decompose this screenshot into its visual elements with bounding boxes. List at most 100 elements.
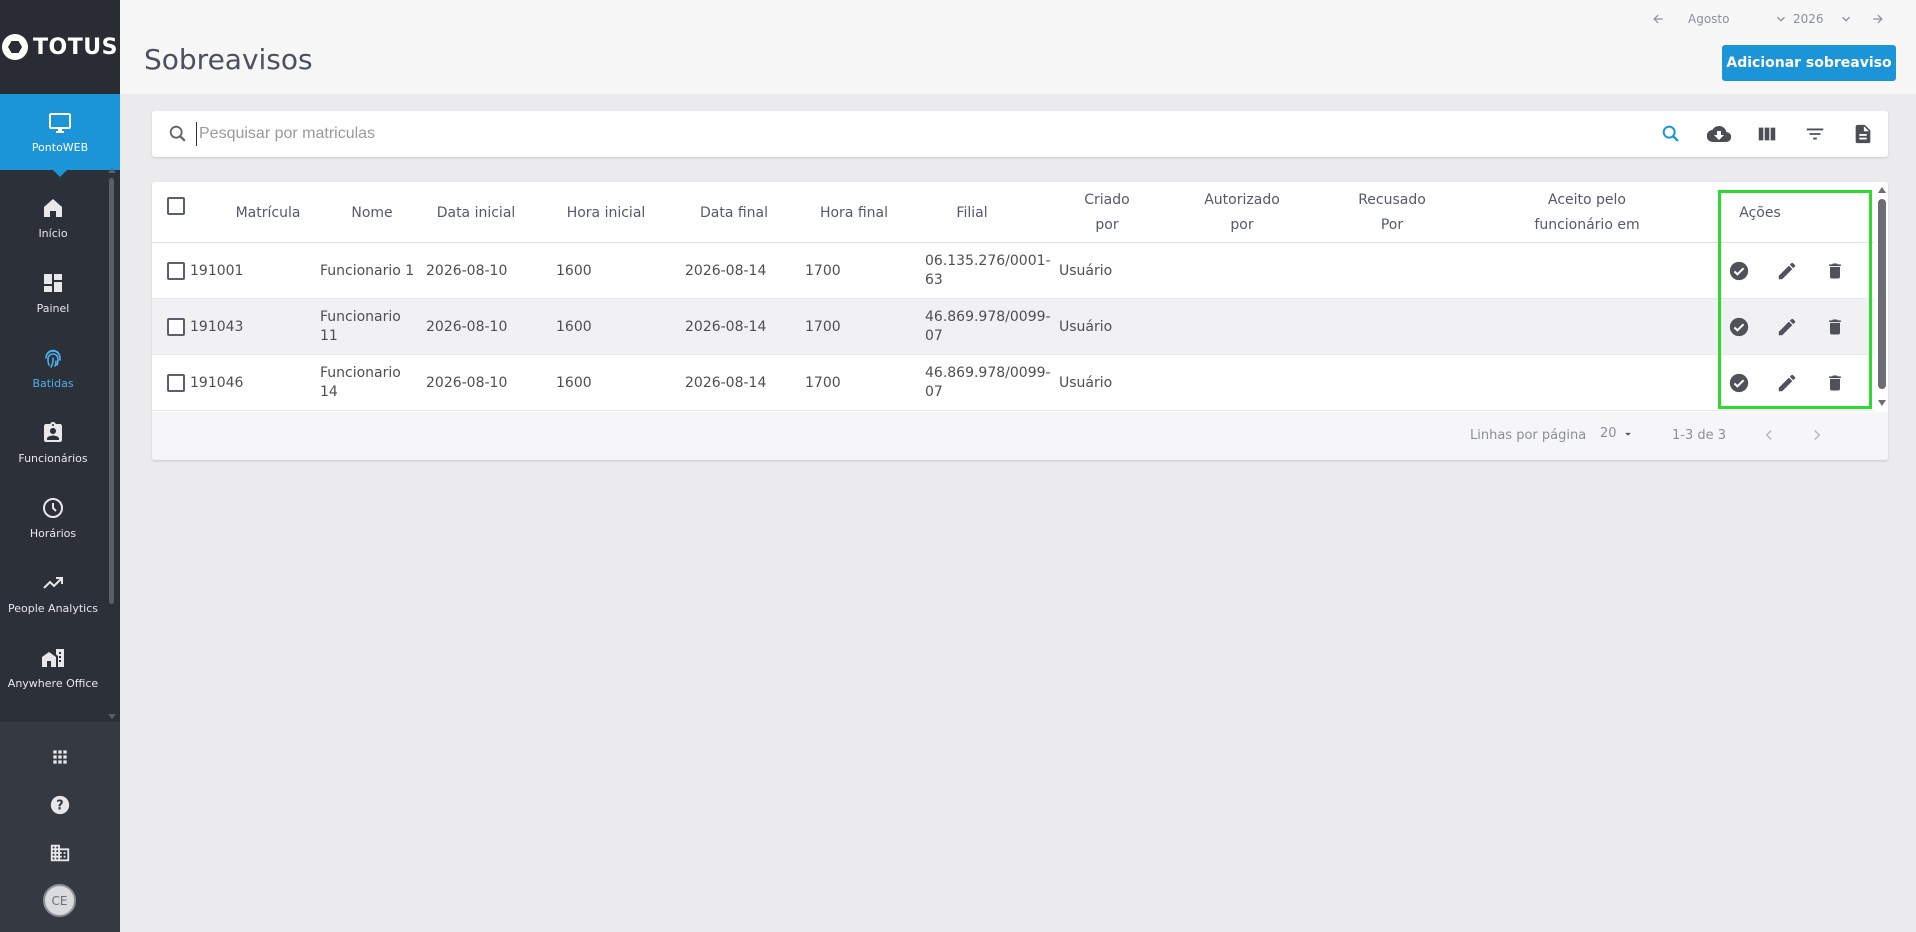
check-circle-icon[interactable] [1727,259,1751,283]
arrow-drop-down-icon [1624,432,1631,436]
pagination-range: 1-3 de 3 [1672,428,1727,443]
totvs-logo[interactable]: TOTUS [0,0,120,94]
svg-text:?: ? [56,799,63,814]
cell-data-final: 2026-08-14 [685,318,767,335]
cell-filial: 46.869.978/0099-07 [925,365,1051,400]
table-scroll-up[interactable] [1878,187,1886,193]
column-header-hora-final[interactable]: Hora final [814,187,894,239]
row-checkbox[interactable] [167,262,185,280]
sidebar-item-label: Batidas [32,376,74,390]
cell-data-inicial: 2026-08-10 [426,262,508,279]
column-header-acoes: Ações [1739,204,1781,221]
previous-period-button[interactable] [1651,12,1665,26]
cell-hora-inicial: 1600 [556,374,592,391]
column-header-data-final[interactable]: Data final [694,187,774,239]
column-header-hora-inicial[interactable]: Hora inicial [566,187,646,239]
cell-hora-final: 1700 [805,318,841,335]
column-header-recusado-por[interactable]: Recusado Por [1352,187,1432,239]
column-header-criado-por[interactable]: Criado por [1072,187,1142,239]
table-row: 191001 Funcionario 1 2026-08-10 1600 2026-08… [152,243,1874,299]
sidebar-item-label: Anywhere Office [7,676,99,690]
monitor-icon [49,112,71,133]
cloud-download-icon[interactable] [1707,122,1731,146]
document-icon[interactable] [1851,122,1875,146]
table-row: 191046 Funcionario 14 2026-08-10 1600 2026-0… [152,355,1874,411]
cell-recusado-por [1338,299,1438,355]
cell-matricula: 191046 [190,374,244,391]
rows-per-page-select[interactable]: 20 [1600,426,1635,441]
select-all-checkbox[interactable] [167,197,185,215]
sidebar-item-painel[interactable]: Painel [0,255,106,330]
avatar[interactable]: CE [43,884,76,917]
badge-icon [44,421,62,442]
sidebar-item-funcionarios[interactable]: Funcionários [0,405,106,480]
chevron-left-icon [1765,429,1772,441]
sidebar-scroll-up[interactable] [108,168,116,173]
row-checkbox[interactable] [167,374,185,392]
sobreavisos-table: Matrícula Nome Data inicial Hora inicial… [152,182,1888,460]
sidebar-item-label: People Analytics [8,601,98,615]
column-header-matricula[interactable]: Matrícula [208,187,328,239]
sidebar-item-people-analytics[interactable]: People Analytics [0,555,106,630]
column-header-nome[interactable]: Nome [322,187,422,239]
year-select[interactable]: 2026 [1793,12,1863,26]
sidebar-item-label: Início [38,226,68,240]
building-icon[interactable] [47,840,73,866]
filter-icon[interactable] [1803,122,1827,146]
sidebar: TOTUS PontoWEB Início Painel Batidas Fun… [0,0,120,932]
cell-autorizado-por [1178,355,1318,411]
edit-icon[interactable] [1775,315,1799,339]
columns-icon[interactable] [1755,122,1779,146]
sidebar-item-batidas[interactable]: Batidas [0,330,106,405]
page-header: Sobreavisos Agosto 2026 Adicionar sobrea… [120,0,1916,94]
sidebar-scrollbar[interactable] [109,178,114,604]
cell-autorizado-por [1178,243,1318,299]
search-icon[interactable] [1659,122,1683,146]
check-circle-icon[interactable] [1727,315,1751,339]
apps-grid-icon[interactable] [47,744,73,770]
search-icon [166,122,190,146]
column-header-aceito-em[interactable]: Aceito pelo funcionário em [1522,187,1652,239]
table-footer: Linhas por página 20 1-3 de 3 [152,412,1888,460]
help-icon[interactable]: ? [47,792,73,818]
sidebar-item-inicio[interactable]: Início [0,180,106,255]
table-scroll-down[interactable] [1878,400,1886,406]
cell-aceito-em [1498,355,1648,411]
year-value: 2026 [1793,12,1824,26]
month-select[interactable]: Agosto [1688,12,1793,26]
totvs-logo-mark [2,34,29,60]
month-value: Agosto [1688,12,1730,26]
cell-filial: 46.869.978/0099-07 [925,309,1051,344]
sidebar-item-label: Funcionários [18,451,88,465]
next-period-button[interactable] [1871,12,1885,26]
previous-page-button[interactable] [1760,426,1778,448]
check-circle-icon[interactable] [1727,371,1751,395]
module-pontoweb[interactable]: PontoWEB [0,94,120,177]
next-page-button[interactable] [1808,426,1826,448]
add-sobreaviso-button[interactable]: Adicionar sobreaviso [1722,45,1896,81]
column-header-data-inicial[interactable]: Data inicial [436,187,516,239]
sidebar-item-horarios[interactable]: Horários [0,480,106,555]
edit-icon[interactable] [1775,259,1799,283]
column-header-filial[interactable]: Filial [922,187,1022,239]
home-icon [44,198,62,217]
search-input[interactable] [196,122,1596,146]
page-title: Sobreavisos [144,43,313,76]
delete-icon[interactable] [1823,259,1847,283]
cell-nome: Funcionario 14 [320,365,401,400]
table-header: Matrícula Nome Data inicial Hora inicial… [152,182,1874,243]
sidebar-item-anywhere-office[interactable]: Anywhere Office [0,630,106,705]
delete-icon[interactable] [1823,371,1847,395]
sidebar-scroll-down[interactable] [108,714,116,719]
row-checkbox[interactable] [167,318,185,336]
column-header-autorizado-por[interactable]: Autorizado por [1192,187,1292,239]
cell-criado-por: Usuário [1059,374,1113,391]
delete-icon[interactable] [1823,315,1847,339]
sidebar-item-label: Painel [36,301,70,315]
edit-icon[interactable] [1775,371,1799,395]
cell-hora-final: 1700 [805,262,841,279]
cell-aceito-em [1498,243,1648,299]
cell-data-inicial: 2026-08-10 [426,318,508,335]
table-scroll-thumb[interactable] [1878,199,1886,389]
home-work-icon [42,648,64,667]
